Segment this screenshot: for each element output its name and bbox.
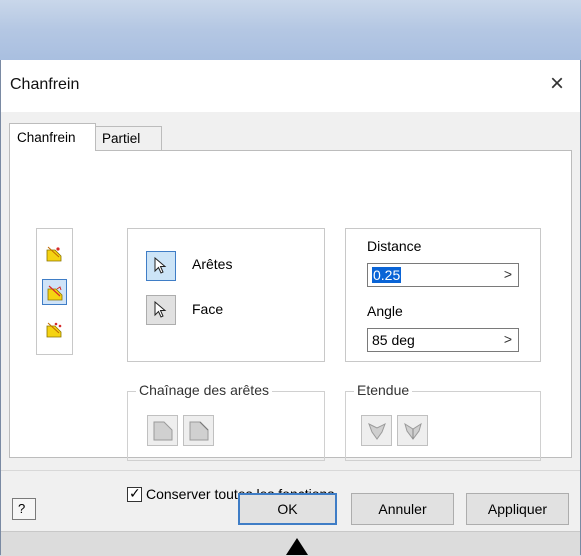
chain-single-edge-icon xyxy=(189,421,209,441)
chamfer-distance-icon xyxy=(46,246,62,262)
help-icon: ? xyxy=(18,501,26,516)
distance-value: 0.25 xyxy=(372,267,402,283)
cursor-arrow-icon xyxy=(154,301,167,318)
chain-all-edges-button[interactable] xyxy=(147,415,178,446)
tab-panel: Arêtes Face Distance 0.25 > Angle 85 deg… xyxy=(9,150,572,502)
chamfer-distance-angle-mode-button[interactable] xyxy=(42,279,67,305)
extent-setback-button[interactable] xyxy=(397,415,428,446)
extent-group: Etendue xyxy=(345,382,541,461)
chamfer-distance-angle-icon xyxy=(47,285,63,301)
edge-chain-group: Chaînage des arêtes xyxy=(127,382,325,461)
chamfer-dialog: Chanfrein × Chanfrein Partiel Arêtes Fac… xyxy=(0,60,581,556)
ok-button[interactable]: OK xyxy=(238,493,337,525)
face-select-button[interactable] xyxy=(146,295,176,325)
distance-input[interactable]: 0.25 > xyxy=(367,263,519,287)
extent-all-button[interactable] xyxy=(361,415,392,446)
title-bar: Chanfrein × xyxy=(1,60,580,112)
distance-expand-arrow-icon[interactable]: > xyxy=(504,266,512,282)
apply-button[interactable]: Appliquer xyxy=(466,493,569,525)
chamfer-distance-mode-button[interactable] xyxy=(42,241,67,267)
preserve-features-checkbox[interactable]: ✓ xyxy=(127,485,142,502)
selection-group: Arêtes Face xyxy=(127,228,325,362)
tab-partiel[interactable]: Partiel xyxy=(96,126,162,151)
caret-up-icon xyxy=(286,538,308,555)
edge-chain-title: Chaînage des arêtes xyxy=(136,382,272,398)
close-icon[interactable]: × xyxy=(544,70,570,98)
help-button[interactable]: ? xyxy=(12,498,36,520)
tab-chanfrein[interactable]: Chanfrein xyxy=(9,123,96,151)
angle-expand-arrow-icon[interactable]: > xyxy=(504,331,512,347)
edges-select-button[interactable] xyxy=(146,251,176,281)
chain-all-edges-icon xyxy=(153,421,173,441)
extent-all-icon xyxy=(368,422,386,440)
angle-input[interactable]: 85 deg > xyxy=(367,328,519,352)
chamfer-two-distances-icon xyxy=(46,322,62,338)
footer-divider xyxy=(1,470,580,471)
angle-value: 85 deg xyxy=(372,332,415,348)
extent-setback-icon xyxy=(404,422,422,440)
edges-label: Arêtes xyxy=(192,256,233,272)
checkmark-icon: ✓ xyxy=(129,485,141,501)
cancel-button[interactable]: Annuler xyxy=(351,493,454,525)
face-label: Face xyxy=(192,301,224,317)
cursor-arrow-icon xyxy=(154,257,167,274)
distance-angle-group: Distance 0.25 > Angle 85 deg > xyxy=(345,228,541,362)
extent-title: Etendue xyxy=(354,382,413,398)
distance-label: Distance xyxy=(367,238,422,254)
angle-label: Angle xyxy=(367,303,403,319)
chamfer-two-distances-mode-button[interactable] xyxy=(42,317,67,343)
chain-single-edge-button[interactable] xyxy=(183,415,214,446)
chamfer-mode-strip xyxy=(36,228,73,355)
dialog-title: Chanfrein xyxy=(10,76,80,93)
